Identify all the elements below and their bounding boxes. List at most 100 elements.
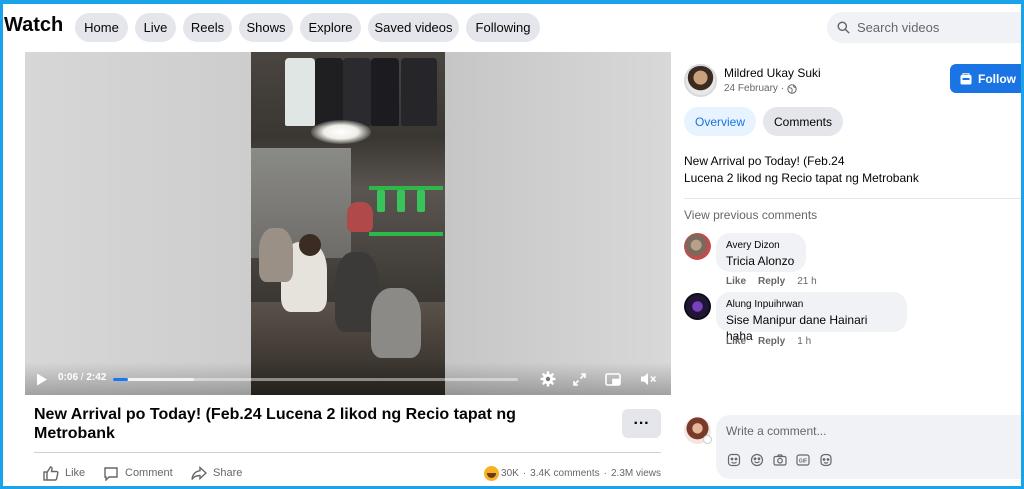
camera-icon[interactable] <box>772 452 788 468</box>
video-shirt <box>315 58 343 126</box>
tab-overview[interactable]: Overview <box>684 107 756 136</box>
like-button[interactable]: Like <box>43 464 85 482</box>
stats-separator: · <box>522 467 527 479</box>
more-options-button[interactable]: ··· <box>622 409 661 438</box>
video-person <box>371 288 421 358</box>
nav-home[interactable]: Home <box>75 13 128 42</box>
pip-icon[interactable] <box>604 370 622 388</box>
account-switch-indicator <box>703 435 712 444</box>
video-person <box>299 234 321 256</box>
emoji-icon[interactable] <box>749 452 765 468</box>
current-time: 0:06 <box>58 372 79 383</box>
follow-label: Follow <box>978 71 1016 86</box>
top-bar: Watch Home Live Reels Shows Explore Save… <box>0 0 1024 52</box>
video-blur-right <box>445 52 671 395</box>
like-icon <box>43 465 59 481</box>
duration: 2:42 <box>86 372 107 383</box>
search-icon <box>837 21 850 34</box>
post-date-text: 24 February · <box>724 83 785 94</box>
video-shirt <box>285 58 315 126</box>
author-avatar[interactable] <box>684 64 717 97</box>
comment-meta: Like Reply 21 h <box>726 276 817 287</box>
comment-text[interactable]: Tricia Alonzo <box>726 253 796 269</box>
comment-like-link[interactable]: Like <box>726 276 746 287</box>
comment-like-link[interactable]: Like <box>726 336 746 347</box>
progress-fill <box>113 378 128 381</box>
mute-icon[interactable] <box>639 370 657 388</box>
comment-bubble: Alung Inpuihrwan Sise Manipur dane Haina… <box>716 292 907 343</box>
video-shirt <box>343 58 371 126</box>
settings-icon[interactable] <box>539 370 557 388</box>
nav-saved-videos[interactable]: Saved videos <box>368 13 459 42</box>
video-blur-left <box>25 52 251 395</box>
video-hanger <box>377 190 385 212</box>
fullscreen-icon[interactable] <box>570 370 588 388</box>
comment-meta: Like Reply 1 h <box>726 336 811 347</box>
video-shirt <box>371 58 399 126</box>
post-stats: 30K · 3.4K comments · 2.3M views <box>484 464 661 482</box>
comments-count[interactable]: 3.4K comments <box>530 468 599 479</box>
comment-tools: GIF <box>726 452 834 468</box>
comment-label: Comment <box>125 467 173 479</box>
views-count: 2.3M views <box>610 467 661 479</box>
video-controls: 0:06 / 2:42 <box>25 362 671 395</box>
stats-separator: · <box>603 467 607 479</box>
comment-time[interactable]: 1 h <box>797 336 811 347</box>
play-icon[interactable] <box>33 370 51 388</box>
video-person <box>259 228 293 282</box>
video-person <box>347 202 373 232</box>
author-name[interactable]: Mildred Ukay Suki <box>724 66 821 80</box>
nav-reels[interactable]: Reels <box>183 13 232 42</box>
commenter-name[interactable]: Avery Dizon <box>726 239 796 252</box>
video-frame <box>251 52 445 395</box>
search-placeholder: Search videos <box>857 20 940 35</box>
nav-shows[interactable]: Shows <box>239 13 293 42</box>
description-line: Lucena 2 likod ng Recio tapat ng Metroba… <box>684 171 919 185</box>
sticker-icon[interactable] <box>726 452 742 468</box>
comment-input[interactable]: Write a comment... GIF <box>716 415 1024 479</box>
haha-icon <box>484 465 500 481</box>
video-hanger <box>397 190 405 212</box>
page-title: Watch <box>4 14 64 36</box>
video-light <box>311 120 371 144</box>
follow-button[interactable]: Follow <box>950 64 1024 93</box>
nav-live[interactable]: Live <box>135 13 176 42</box>
nav-following[interactable]: Following <box>466 13 540 42</box>
like-label: Like <box>65 467 86 479</box>
commenter-name[interactable]: Alung Inpuihrwan <box>726 298 897 311</box>
gif-icon[interactable]: GIF <box>795 452 811 468</box>
svg-text:GIF: GIF <box>799 458 807 464</box>
share-icon <box>191 465 207 480</box>
sidebar-divider <box>684 198 1024 199</box>
commenter-avatar[interactable] <box>684 293 711 320</box>
avatar-sticker-icon[interactable] <box>818 452 834 468</box>
commenter-avatar[interactable] <box>684 233 711 260</box>
comment-reply-link[interactable]: Reply <box>758 336 785 347</box>
reactions-count[interactable]: 30K <box>501 468 519 479</box>
tab-comments[interactable]: Comments <box>763 107 843 136</box>
post-divider <box>34 452 661 453</box>
globe-icon <box>787 83 797 94</box>
nav-explore[interactable]: Explore <box>300 13 361 42</box>
search-input[interactable]: Search videos <box>827 12 1024 43</box>
share-button[interactable]: Share <box>191 464 242 482</box>
comment-reply-link[interactable]: Reply <box>758 276 785 287</box>
video-rack <box>369 232 443 236</box>
video-shirt <box>401 58 437 126</box>
video-hanger <box>417 190 425 212</box>
post-description: New Arrival po Today! (Feb.24 Lucena 2 l… <box>684 153 1014 187</box>
video-player[interactable]: 0:06 / 2:42 <box>25 52 671 395</box>
comment-button[interactable]: Comment <box>103 464 173 482</box>
view-previous-comments-link[interactable]: View previous comments <box>684 208 817 222</box>
video-timecode: 0:06 / 2:42 <box>58 372 107 383</box>
comment-placeholder: Write a comment... <box>726 424 827 438</box>
share-label: Share <box>213 467 243 479</box>
progress-bar[interactable] <box>113 378 518 381</box>
follow-icon <box>960 72 972 84</box>
description-line: New Arrival po Today! (Feb.24 <box>684 154 845 168</box>
comment-time[interactable]: 21 h <box>797 276 816 287</box>
comment-icon <box>104 466 118 481</box>
post-title: New Arrival po Today! (Feb.24 Lucena 2 l… <box>34 406 516 442</box>
comment-bubble: Avery Dizon Tricia Alonzo <box>716 233 806 272</box>
post-date: 24 February · <box>724 83 797 94</box>
